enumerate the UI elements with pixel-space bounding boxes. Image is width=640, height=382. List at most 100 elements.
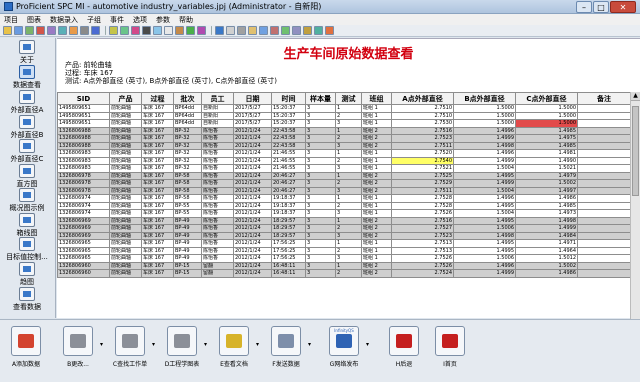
sidebar-item-target[interactable]: 目标值控制... (3, 237, 51, 265)
sidebar-item-chart-a[interactable]: 外部直径A (3, 90, 51, 118)
maximize-button[interactable]: □ (593, 1, 609, 13)
minimize-button[interactable]: – (576, 1, 592, 13)
document-button[interactable]: E查看文档 (212, 326, 256, 378)
column-header[interactable]: 样本量 (305, 92, 336, 105)
chevron-down-icon[interactable]: ▾ (366, 342, 372, 348)
table-row[interactable]: 1326806965 前轮曲轴 车床 167 BP-49 陈怡香 2012/1/24 17:… (57, 239, 630, 248)
copy-icon[interactable] (47, 26, 56, 35)
table-row[interactable]: 1326806988 前轮曲轴 车床 167 BP-32 陈怡香 2012/1/24 22:… (57, 141, 630, 150)
filter-icon[interactable] (109, 26, 118, 35)
database-icon[interactable] (215, 26, 224, 35)
menu-data-entry[interactable]: 数据录入 (50, 15, 78, 25)
chevron-down-icon[interactable]: ▾ (308, 342, 314, 348)
menu-charts[interactable]: 图表 (27, 15, 41, 25)
list-icon[interactable] (303, 26, 312, 35)
scroll-thumb[interactable] (632, 106, 639, 196)
find-workorder-button[interactable]: C查找工作单 (108, 326, 152, 378)
scroll-up-arrow[interactable]: ▲ (631, 92, 640, 101)
cut-icon[interactable] (36, 26, 45, 35)
table-row[interactable]: 1326806960 前轮曲轴 车床 167 BP-15 留翻 2012/1/24 16:4… (57, 269, 630, 278)
menu-project[interactable]: 项目 (4, 15, 18, 25)
table-row[interactable]: 1326806978 前轮曲轴 车床 167 BP-58 陈怡香 2012/1/24 20:… (57, 171, 630, 180)
column-header[interactable]: 员工 (201, 92, 234, 105)
print-icon[interactable] (25, 26, 34, 35)
table-row[interactable]: 1326806983 前轮曲轴 车床 167 BP-32 陈怡香 2012/1/24 21:… (57, 156, 630, 165)
sidebar-item-trend[interactable]: 趋图 (3, 262, 51, 290)
column-header[interactable]: 班组 (361, 92, 392, 105)
table-row[interactable]: 1326806983 前轮曲轴 车床 167 BP-32 陈怡香 2012/1/24 21:… (57, 149, 630, 158)
menu-help[interactable]: 帮助 (179, 15, 193, 25)
sidebar-item-view-data[interactable]: 查看数据 (3, 287, 51, 315)
chevron-down-icon[interactable]: ▾ (152, 342, 158, 348)
column-header[interactable]: 时间 (271, 92, 306, 105)
column-header[interactable]: C点外部直径 (515, 92, 578, 105)
column-header[interactable]: A点外部直径 (391, 92, 454, 105)
paste-icon[interactable] (58, 26, 67, 35)
help-icon[interactable] (325, 26, 334, 35)
redo-icon[interactable] (80, 26, 89, 35)
table-row[interactable]: 1326806978 前轮曲轴 车床 167 BP-58 陈怡香 2012/1/24 20:… (57, 186, 630, 195)
column-header[interactable]: 过程 (141, 92, 174, 105)
import-icon[interactable] (197, 26, 206, 35)
column-header[interactable]: 测试 (335, 92, 362, 105)
home-button[interactable]: I首页 (428, 326, 472, 378)
table-row[interactable]: 1326806969 前轮曲轴 车床 167 BP-49 陈怡香 2012/1/24 18:… (57, 224, 630, 233)
sidebar-item-profile[interactable]: 概况图示例 (3, 188, 51, 216)
change-button[interactable]: B更改... (56, 326, 100, 378)
table-row[interactable]: 1326806965 前轮曲轴 车床 167 BP-49 陈怡香 2012/1/24 17:… (57, 254, 630, 263)
add-data-button[interactable]: A添加数据 (4, 326, 48, 378)
clock-icon[interactable] (292, 26, 301, 35)
refresh-icon[interactable] (164, 26, 173, 35)
table-row[interactable]: 1326806965 前轮曲轴 车床 167 BP-49 陈怡香 2012/1/24 17:… (57, 246, 630, 255)
export-icon[interactable] (186, 26, 195, 35)
menu-options[interactable]: 选项 (133, 15, 147, 25)
tree-icon[interactable] (314, 26, 323, 35)
menu-parameters[interactable]: 参数 (156, 15, 170, 25)
column-header[interactable]: B点外部直径 (453, 92, 516, 105)
sidebar-item-about[interactable]: 关于 (3, 40, 51, 68)
column-header[interactable]: 产品 (109, 92, 142, 105)
lock-icon[interactable] (281, 26, 290, 35)
table-row[interactable]: 1326806983 前轮曲轴 车床 167 BP-32 陈怡香 2012/1/24 21:… (57, 164, 630, 173)
table-row[interactable]: 1326806974 前轮曲轴 车床 167 BP-55 陈怡香 2012/1/24 19:… (57, 209, 630, 218)
report-icon[interactable] (226, 26, 235, 35)
back-button[interactable]: H后退 (382, 326, 426, 378)
undo-icon[interactable] (69, 26, 78, 35)
menu-subgroup[interactable]: 子组 (87, 15, 101, 25)
column-header[interactable]: SID (57, 92, 110, 105)
table-row[interactable]: 1495809651 前轮曲轴 车床 167 BP64dd 自新阳 2017/5/27 15… (57, 111, 630, 120)
engineering-chart-button[interactable]: D工程学图表 (160, 326, 204, 378)
sort-icon[interactable] (120, 26, 129, 35)
table-row[interactable]: 1326806988 前轮曲轴 车床 167 BP-32 陈怡香 2012/1/24 22:… (57, 126, 630, 135)
table-icon[interactable] (131, 26, 140, 35)
table-row[interactable]: 1326806978 前轮曲轴 车床 167 BP-58 陈怡香 2012/1/24 20:… (57, 179, 630, 188)
chevron-down-icon[interactable]: ▾ (204, 342, 210, 348)
user-icon[interactable] (270, 26, 279, 35)
calc-icon[interactable] (237, 26, 246, 35)
sidebar-item-data-view[interactable]: 数据查看 (3, 65, 51, 93)
column-header[interactable]: 批次 (173, 92, 202, 105)
sidebar-item-chart-c[interactable]: 外部直径C (3, 139, 51, 167)
chevron-down-icon[interactable]: ▾ (100, 342, 106, 348)
table-row[interactable]: 1495809651 前轮曲轴 车床 167 BP64dd 自新阳 2017/5/27 15… (57, 119, 630, 128)
column-header[interactable]: 日期 (233, 92, 272, 105)
settings-icon[interactable] (175, 26, 184, 35)
alert-icon[interactable] (259, 26, 268, 35)
table-row[interactable]: 1326806974 前轮曲轴 车床 167 BP-55 陈怡香 2012/1/24 19:… (57, 201, 630, 210)
table-row[interactable]: 1326806969 前轮曲轴 车床 167 BP-49 陈怡香 2012/1/24 18:… (57, 216, 630, 225)
menu-events[interactable]: 事件 (110, 15, 124, 25)
table-row[interactable]: 1495809651 前轮曲轴 车床 167 BP64dd 自新阳 2017/5/27 15… (57, 104, 630, 113)
close-button[interactable]: ✕ (610, 1, 636, 13)
column-header[interactable]: 备注 (577, 92, 630, 105)
vertical-scrollbar[interactable]: ▲ (630, 92, 640, 319)
flag-icon[interactable] (248, 26, 257, 35)
table-row[interactable]: 1326806988 前轮曲轴 车床 167 BP-32 陈怡香 2012/1/24 22:… (57, 134, 630, 143)
open-icon[interactable] (3, 26, 12, 35)
send-data-button[interactable]: F发送数据 (264, 326, 308, 378)
chart-icon[interactable] (91, 26, 100, 35)
chevron-down-icon[interactable]: ▾ (256, 342, 262, 348)
zoom-icon[interactable] (153, 26, 162, 35)
save-icon[interactable] (14, 26, 23, 35)
table-row[interactable]: 1326806974 前轮曲轴 车床 167 BP-58 陈怡香 2012/1/24 19:… (57, 194, 630, 203)
infinityqs-button[interactable]: InfinityQS G网络发布 (322, 326, 366, 378)
